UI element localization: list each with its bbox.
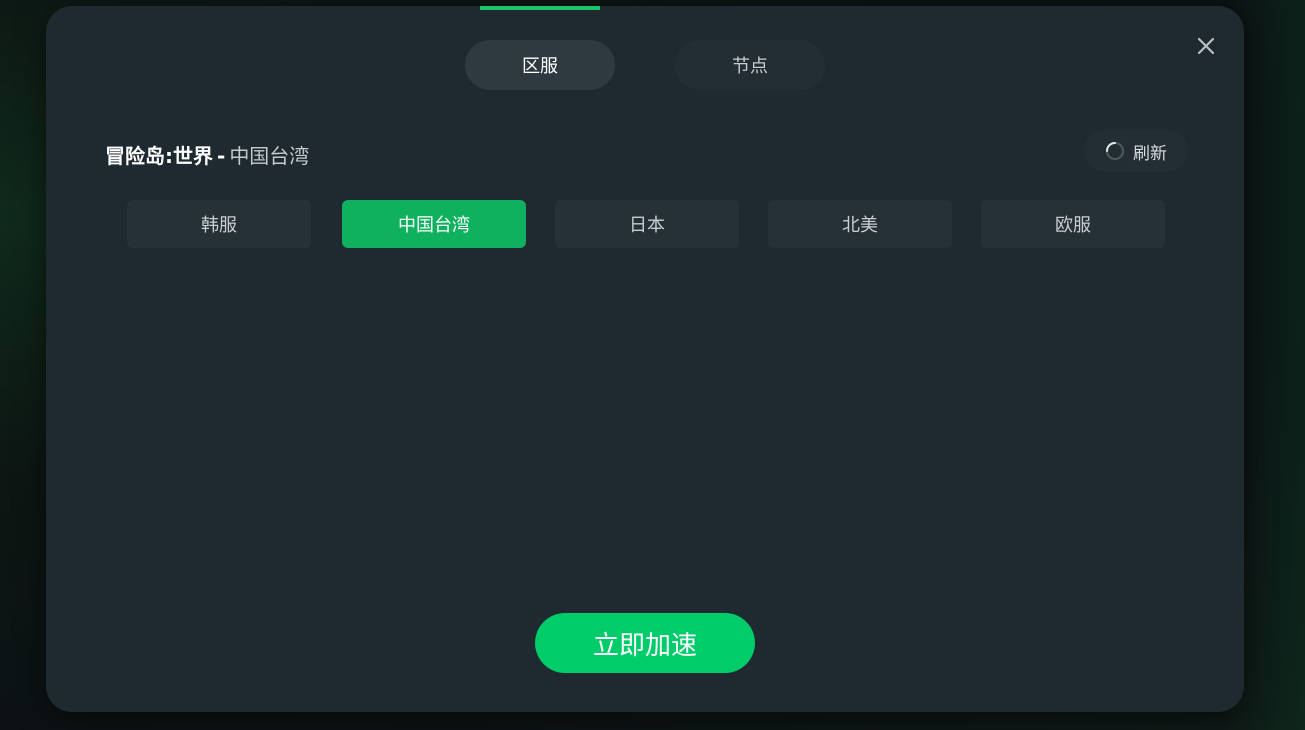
server-option-europe[interactable]: 欧服 — [981, 200, 1165, 248]
refresh-button[interactable]: 刷新 — [1084, 130, 1188, 172]
tab-node-label: 节点 — [732, 56, 768, 77]
server-option-label: 日本 — [629, 215, 665, 236]
close-icon — [1197, 37, 1215, 55]
region-select-dialog: 区服 节点 冒险岛:世界 - 中国台湾 刷新 韩服 中国台湾 日本 北美 欧服 立即… — [46, 6, 1244, 712]
refresh-label: 刷新 — [1133, 143, 1167, 164]
page-title: 冒险岛:世界 - 中国台湾 — [105, 140, 309, 169]
accelerate-label: 立即加速 — [592, 630, 697, 661]
close-button[interactable] — [1194, 34, 1218, 58]
server-option-label: 北美 — [842, 215, 878, 236]
tab-node[interactable]: 节点 — [675, 40, 825, 90]
server-option-label: 韩服 — [201, 215, 237, 236]
accelerate-button[interactable]: 立即加速 — [535, 613, 755, 673]
active-tab-indicator — [480, 6, 600, 10]
server-option-label: 中国台湾 — [398, 215, 470, 236]
server-option-label: 欧服 — [1055, 215, 1091, 236]
selected-region: 中国台湾 — [229, 144, 310, 168]
title-separator: - — [217, 144, 226, 168]
server-option-taiwan[interactable]: 中国台湾 — [342, 200, 526, 248]
server-option-korea[interactable]: 韩服 — [127, 200, 311, 248]
tab-region[interactable]: 区服 — [465, 40, 615, 90]
server-option-north-america[interactable]: 北美 — [768, 200, 952, 248]
game-name: 冒险岛:世界 — [105, 144, 213, 168]
server-option-japan[interactable]: 日本 — [555, 200, 739, 248]
refresh-icon — [1106, 142, 1124, 160]
tab-region-label: 区服 — [522, 56, 558, 77]
